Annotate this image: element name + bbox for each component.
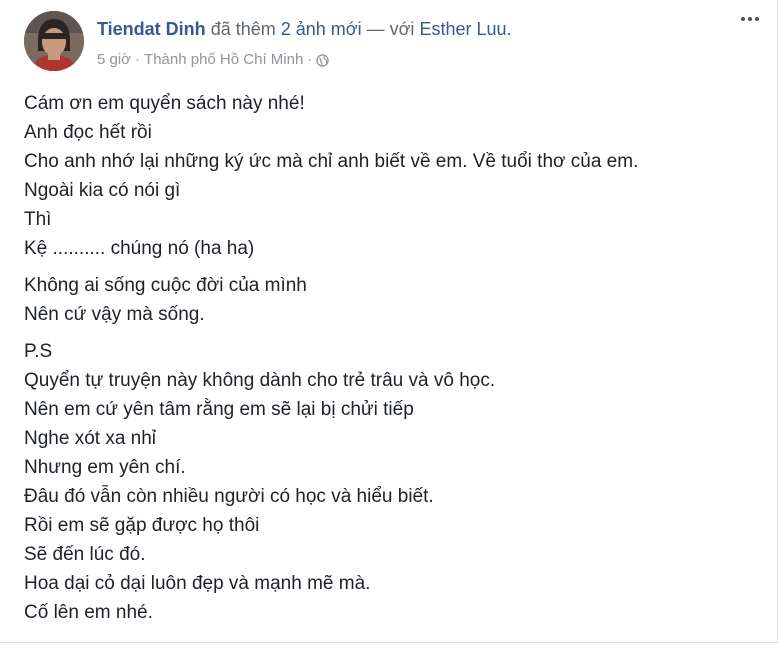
post-line: Cám ơn em quyển sách này nhé! — [24, 93, 305, 114]
more-options-icon[interactable] — [735, 6, 765, 32]
post-line: Rồi em sẽ gặp được họ thôi — [24, 515, 260, 536]
post-line: Cho anh nhớ lại những ký ức mà chỉ anh b… — [24, 151, 639, 172]
post-line: Quyển tự truyện này không dành cho trẻ t… — [24, 370, 496, 391]
post-line: Ngoài kia có nói gì — [24, 180, 181, 201]
post-line: Thì — [24, 209, 52, 230]
post-paragraph: Không ai sống cuộc đời của mình Nên cứ v… — [24, 271, 764, 329]
author-name-link[interactable]: Tiendat Dinh — [97, 19, 206, 39]
photos-count-link[interactable]: 2 ảnh mới — [281, 19, 362, 39]
post-line: Nhưng em yên chí. — [24, 457, 186, 478]
timestamp-link[interactable]: 5 giờ — [97, 50, 131, 70]
post-content: Cám ơn em quyển sách này nhé! Anh đọc hế… — [24, 89, 764, 635]
post-line: Nên em cứ yên tâm rằng em sẽ lại bị chửi… — [24, 399, 414, 420]
globe-icon[interactable] — [316, 53, 330, 67]
post-line: Nghe xót xa nhỉ — [24, 428, 157, 449]
action-prefix-text: đã thêm — [210, 19, 276, 39]
post-meta: 5 giờ · Thành phố Hồ Chí Minh · — [97, 50, 330, 70]
post-header: Tiendat Dinh đã thêm 2 ảnh mới — với Est… — [97, 17, 512, 41]
with-separator-text: — với — [366, 19, 415, 39]
location-link[interactable]: Thành phố Hồ Chí Minh — [144, 50, 303, 70]
post-line: Kệ .......... chúng nó (ha ha) — [24, 238, 255, 259]
facebook-post: Tiendat Dinh đã thêm 2 ảnh mới — với Est… — [0, 0, 778, 643]
post-line: Đâu đó vẫn còn nhiều người có học và hiể… — [24, 486, 434, 507]
author-avatar[interactable] — [24, 11, 84, 71]
meta-separator: · — [135, 51, 141, 68]
post-line: Sẽ đến lúc đó. — [24, 544, 146, 565]
post-paragraph: P.S Quyển tự truyện này không dành cho t… — [24, 337, 764, 627]
post-line: Cố lên em nhé. — [24, 602, 153, 623]
tagged-user-link[interactable]: Esther Luu. — [419, 19, 511, 39]
post-line: Không ai sống cuộc đời của mình — [24, 275, 307, 296]
post-line: Hoa dại cỏ dại luôn đẹp và mạnh mẽ mà. — [24, 573, 371, 594]
post-paragraph: Cám ơn em quyển sách này nhé! Anh đọc hế… — [24, 89, 764, 263]
post-line: Anh đọc hết rồi — [24, 122, 152, 143]
avatar-image — [24, 11, 84, 71]
meta-separator-2: · — [307, 51, 313, 68]
post-line: Nên cứ vậy mà sống. — [24, 304, 205, 325]
post-line: P.S — [24, 341, 53, 362]
